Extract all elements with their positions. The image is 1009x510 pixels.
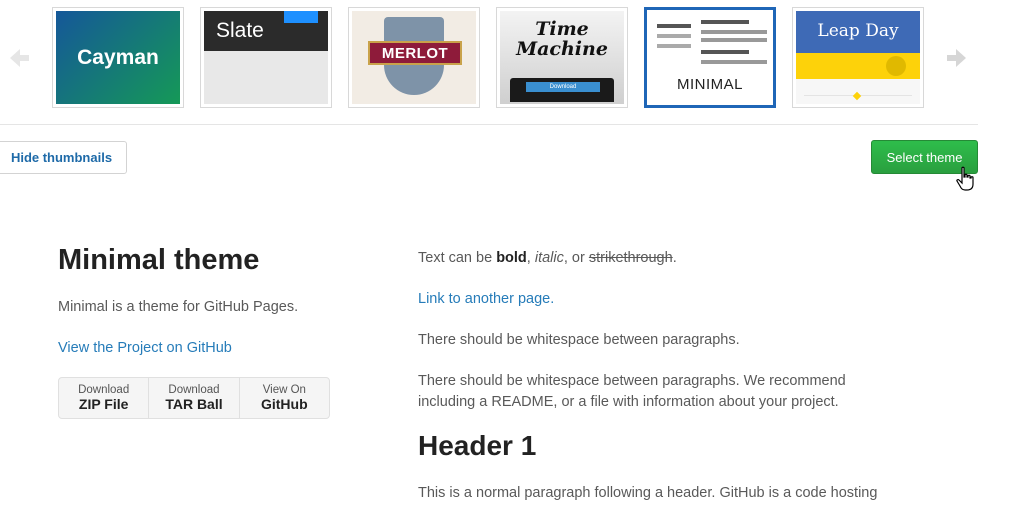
paragraph: There should be whitespace between parag… [418, 332, 740, 348]
text-styles-paragraph: Text can be bold, italic, or strikethrou… [418, 250, 677, 266]
paragraph: There should be whitespace between parag… [418, 373, 846, 410]
theme-thumb-label: MINIMAL [676, 76, 743, 93]
theme-thumb-label: Leap Day [817, 21, 899, 41]
octocat-icon [886, 56, 906, 76]
view-project-link[interactable]: View the Project on GitHub [58, 340, 232, 356]
another-page-link[interactable]: Link to another page. [418, 289, 554, 310]
theme-thumb-label: Slate [216, 19, 264, 42]
divider [0, 124, 978, 125]
bold-text: bold [496, 250, 527, 266]
header-1: Header 1 [418, 430, 537, 461]
theme-thumb-label: Time Machine [516, 18, 608, 60]
download-tar-button[interactable]: Download TAR Ball [149, 378, 240, 418]
italic-text: italic [534, 250, 564, 266]
theme-thumb-minimal[interactable]: MINIMAL [644, 7, 776, 108]
hide-thumbnails-button[interactable]: Hide thumbnails [0, 141, 127, 174]
theme-thumb-label: Cayman [77, 45, 159, 69]
page-title: Minimal theme [58, 244, 260, 276]
theme-thumb-cayman[interactable]: Cayman [52, 7, 184, 108]
theme-thumb-leap-day[interactable]: Leap Day [792, 7, 924, 108]
theme-description: Minimal is a theme for GitHub Pages. [58, 299, 299, 315]
download-zip-button[interactable]: Download ZIP File [59, 378, 150, 418]
paragraph: This is a normal paragraph following a h… [418, 485, 878, 501]
theme-thumb-slate[interactable]: Slate [200, 7, 332, 108]
carousel-prev-arrow-icon[interactable] [6, 45, 32, 71]
hand-cursor-icon [955, 166, 977, 192]
view-on-github-button[interactable]: View On GitHub [240, 378, 329, 418]
theme-thumb-label: MERLOT [381, 44, 449, 62]
download-buttons: Download ZIP File Download TAR Ball View… [58, 377, 330, 419]
theme-thumb-merlot[interactable]: MERLOT [348, 7, 480, 108]
strikethrough-text: strikethrough [588, 250, 673, 266]
theme-thumb-time-machine[interactable]: Time Machine Download [496, 7, 628, 108]
theme-thumb-download-button: Download [526, 82, 600, 92]
carousel-next-arrow-icon[interactable] [944, 45, 970, 71]
